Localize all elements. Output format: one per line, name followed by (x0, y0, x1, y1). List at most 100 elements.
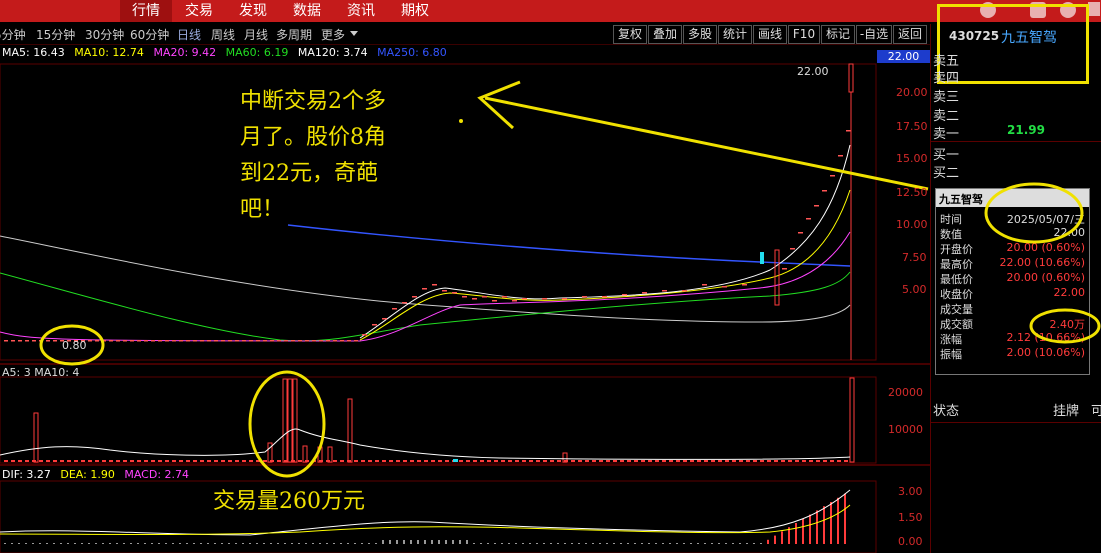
candle-mark (362, 334, 367, 336)
popup-value: 22.00 (1053, 226, 1086, 239)
candle-mark (472, 298, 477, 300)
macd-bar (445, 540, 447, 544)
macd-bar (25, 543, 27, 544)
candle-mark (462, 296, 467, 298)
candle-mark (312, 340, 316, 342)
candle-mark (806, 218, 811, 220)
candle-mark (702, 284, 707, 286)
candle-mark (512, 300, 517, 302)
macd-bar (830, 502, 832, 544)
volume-bar (389, 460, 393, 462)
popup-row: 成交量 (936, 301, 1089, 316)
macd-bar (802, 518, 804, 544)
volume-bar (844, 460, 848, 462)
macd-bar (151, 543, 153, 544)
macd-bar (459, 540, 461, 544)
candle-mark (221, 340, 225, 342)
stock-name[interactable]: 九五智驾 (1001, 27, 1057, 47)
macd-bar (431, 540, 433, 544)
volume-bar (186, 460, 190, 462)
volume-bar (292, 378, 298, 463)
volume-bar (102, 460, 106, 462)
candle-mark (682, 290, 687, 292)
home-icon[interactable] (1088, 2, 1100, 16)
volume-bar (302, 445, 308, 463)
popup-key: 最高价 (940, 258, 973, 271)
macd-bar (11, 543, 13, 544)
macd-bar (543, 543, 545, 544)
volume-bar (81, 460, 85, 462)
volume-bar (550, 460, 554, 462)
volume-bar (557, 460, 561, 462)
macd-bar (305, 543, 307, 544)
macd-bar (340, 543, 342, 544)
macd-bar (627, 543, 629, 544)
volume-bar (837, 460, 841, 462)
macd-bar (130, 543, 132, 544)
popup-row: 涨幅 2.12 (10.66%) (936, 331, 1089, 346)
volume-bar (11, 460, 15, 462)
macd-bar (53, 543, 55, 544)
macd-bar (473, 543, 475, 544)
volume-bar (669, 460, 673, 462)
macd-axis-1-5: 1.50 (898, 511, 923, 524)
macd-bar (396, 540, 398, 544)
macd-bar (123, 543, 125, 544)
volume-bar (480, 460, 484, 462)
volume-bar (354, 460, 358, 462)
candle-mark (830, 175, 835, 177)
macd-bar (536, 543, 538, 544)
macd-bar (676, 543, 678, 544)
candle-mark (109, 340, 113, 342)
candle-mark (263, 340, 267, 342)
vol-axis-20000: 20000 (888, 386, 923, 399)
macd-bar (732, 543, 734, 544)
popup-value: 20.00 (0.60%) (1006, 271, 1085, 284)
volume-bar (60, 460, 64, 462)
volume-bar (333, 460, 337, 462)
cyan-candle (760, 252, 764, 264)
candle-mark (722, 286, 727, 288)
macd-axis-0: 0.00 (898, 535, 923, 548)
candle-mark (742, 284, 747, 286)
volume-bar (683, 460, 687, 462)
volume-bar (690, 460, 694, 462)
macd-bar (746, 543, 748, 544)
last-candle (848, 63, 854, 93)
volume-bar (165, 460, 169, 462)
macd-bar (599, 543, 601, 544)
candle-mark (158, 340, 162, 342)
candle-mark (662, 290, 667, 292)
macd-bar (655, 543, 657, 544)
popup-row: 振幅 2.00 (10.06%) (936, 346, 1089, 361)
volume-bar (599, 460, 603, 462)
volume-bar (287, 378, 293, 463)
macd-bar (116, 543, 118, 544)
macd-bar (620, 543, 622, 544)
macd-bar (263, 543, 265, 544)
vol-ma-line (0, 428, 851, 460)
popup-value: 2.40万 (1049, 318, 1086, 331)
volume-bar (746, 460, 750, 462)
candle-mark (347, 340, 351, 342)
macd-legend: DIF: 3.27 DEA: 1.90 MACD: 2.74 (2, 468, 195, 481)
popup-key: 收盘价 (940, 288, 973, 301)
macd-bar (326, 543, 328, 544)
macd-bar (767, 539, 769, 544)
volume-bars (4, 377, 855, 463)
volume-bar (816, 460, 820, 462)
volume-bar (242, 460, 246, 462)
popup-row: 开盘价 20.00 (0.60%) (936, 241, 1089, 256)
candle-mark (402, 302, 407, 304)
buy1-label: 买一 (933, 148, 960, 163)
volume-bar (809, 460, 813, 462)
volume-bar (606, 460, 610, 462)
macd-bar (291, 543, 293, 544)
candle-mark (193, 340, 197, 342)
volume-bar (795, 460, 799, 462)
popup-value: 2.00 (10.06%) (1006, 346, 1085, 359)
macd-bar (711, 543, 713, 544)
macd-bar (809, 514, 811, 544)
volume-bar (515, 460, 519, 462)
ma5-line (359, 144, 851, 339)
